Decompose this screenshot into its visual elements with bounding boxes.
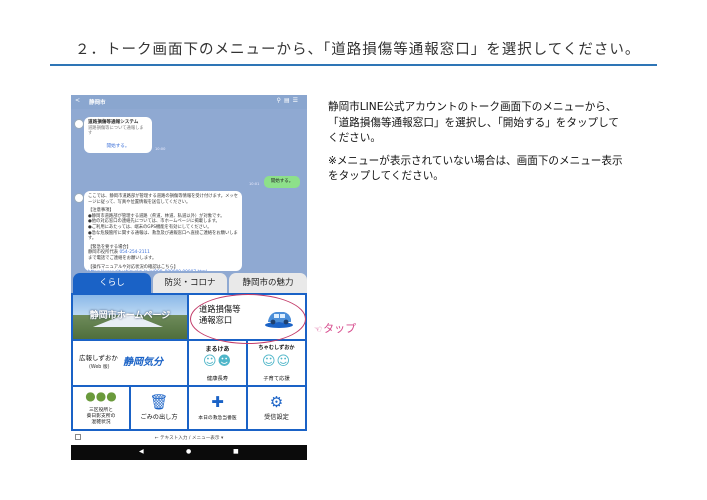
back-icon[interactable]: <	[75, 97, 80, 104]
hospital-icon: ✚	[211, 393, 224, 411]
info-bubble: ここでは、静岡市道路部が管理する道路の損傷等情報を受け付けます。メッセージに従っ…	[84, 191, 242, 275]
menu-homepage-label: 静岡市ホームページ	[89, 311, 171, 321]
back-nav-icon[interactable]: ◀	[139, 448, 144, 455]
user-message-time: 10:01	[249, 182, 260, 186]
info-line: まで電話でご連絡をお願いします。	[88, 255, 157, 261]
instruction-note: ※メニューが表示されていない場合は、画面下のメニュー表示をタップしてください。	[328, 154, 623, 183]
koho-logo: 静岡気分	[123, 357, 163, 368]
menu-garbage-caption: ごみの出し方	[140, 414, 178, 421]
menu-receive-settings[interactable]: ⚙ 受信設定	[248, 387, 305, 429]
menu-emergency-caption: 本日の救急当番医	[198, 416, 237, 421]
header-icons: ⚲▤☰	[277, 97, 301, 104]
info-line: ●急な危険箇所に関する通報は、救急及び通報窓口へ直接ご連絡をお願いします。	[88, 230, 238, 242]
phone-screenshot: < 静岡市 ⚲▤☰ 道路損傷等通報システム 道路損傷等について通報します 開始す…	[71, 95, 307, 460]
slide-title: ２．トーク画面下のメニューから、「道路損傷等通報窓口」を選択してください。	[75, 42, 641, 58]
menu-koho-shizuoka[interactable]: 広報しずおか (Web 版) 静岡気分	[73, 341, 187, 385]
account-avatar	[74, 193, 84, 203]
ward-mascots-icon: ●●●	[85, 389, 117, 403]
home-nav-icon[interactable]: ●	[186, 448, 191, 455]
menu-settings-caption: 受信設定	[264, 414, 289, 421]
menu-chomushi[interactable]: ちゃむしずおか ☺☺ 子育て応援	[248, 341, 305, 385]
phone-link[interactable]: 054-254-2111	[119, 250, 149, 255]
instruction-main: 静岡市LINE公式アカウントのトーク画面下のメニューから、「道路損傷等通報窓口」…	[328, 101, 620, 144]
instruction-text: 静岡市LINE公式アカウントのトーク画面下のメニューから、「道路損傷等通報窓口」…	[328, 100, 628, 185]
trash-icon: 🗑	[149, 393, 169, 411]
tap-callout: ☜タップ	[314, 320, 356, 336]
message-time: 10:00	[155, 147, 166, 151]
menu-toggle-text[interactable]: ← テキスト入力 / メニュー表示 ▾	[71, 435, 307, 441]
title-divider	[50, 64, 657, 66]
highlight-ellipse	[190, 294, 306, 344]
tab-kurashi[interactable]: くらし	[73, 273, 151, 293]
bubble-subtitle: 道路損傷等について通報します	[88, 125, 144, 137]
chat-header: < 静岡市 ⚲▤☰	[71, 95, 307, 109]
chat-area: 道路損傷等通報システム 道路損傷等について通報します 開始する。 10:00 1…	[71, 109, 307, 275]
pointing-hand-icon: ☜	[314, 325, 323, 335]
user-message: 開始する。	[264, 176, 300, 188]
menu-marukea[interactable]: まるけあ ☺☻ 健康長寿	[189, 341, 246, 385]
menu-chomushi-title: ちゃむしずおか	[258, 345, 295, 351]
list-icon[interactable]: ▤	[284, 97, 293, 104]
tab-shizuoka-miryoku[interactable]: 静岡市の魅力	[229, 273, 307, 293]
child-faces-icon: ☺☺	[261, 354, 292, 369]
menu-emergency-doctor[interactable]: ✚ 本日の救急当番医	[189, 387, 246, 429]
gear-icon: ⚙	[269, 393, 284, 411]
menu-marukea-caption: 健康長寿	[206, 376, 229, 382]
search-icon[interactable]: ⚲	[277, 97, 284, 104]
input-bar[interactable]: ← テキスト入力 / メニュー表示 ▾	[71, 431, 307, 445]
menu-koho-sub: (Web 版)	[89, 365, 110, 370]
recent-nav-icon[interactable]: ■	[233, 448, 239, 455]
tab-bosai-corona[interactable]: 防災・コロナ	[153, 273, 227, 293]
menu-icon[interactable]: ☰	[293, 97, 301, 104]
family-faces-icon: ☺☻	[202, 354, 233, 369]
info-text: 静岡市役所代表	[88, 250, 119, 256]
menu-garbage[interactable]: 🗑 ごみの出し方	[131, 387, 187, 429]
menu-ward-congestion[interactable]: ●●● 三区役所と 葵日影支所の 混雑状況	[73, 387, 129, 429]
account-name: 静岡市	[89, 100, 106, 106]
start-link[interactable]: 開始する。	[88, 144, 148, 150]
start-bubble: 道路損傷等通報システム 道路損傷等について通報します 開始する。	[84, 117, 152, 153]
menu-marukea-title: まるけあ	[205, 346, 230, 353]
android-nav-bar: ◀ ● ■	[71, 445, 307, 460]
menu-ward-caption: 三区役所と 葵日影支所の 混雑状況	[86, 408, 116, 425]
rich-menu-tabs: くらし 防災・コロナ 静岡市の魅力	[71, 271, 307, 293]
tap-text: タップ	[323, 322, 357, 335]
account-avatar	[74, 119, 84, 129]
menu-homepage[interactable]: 静岡市ホームページ	[73, 295, 187, 339]
menu-koho-label: 広報しずおか	[79, 354, 118, 362]
info-line: ここでは、静岡市道路部が管理する道路の損傷等情報を受け付けます。メッセージに従っ…	[88, 194, 238, 205]
menu-chomushi-caption: 子育て応援	[263, 376, 290, 382]
